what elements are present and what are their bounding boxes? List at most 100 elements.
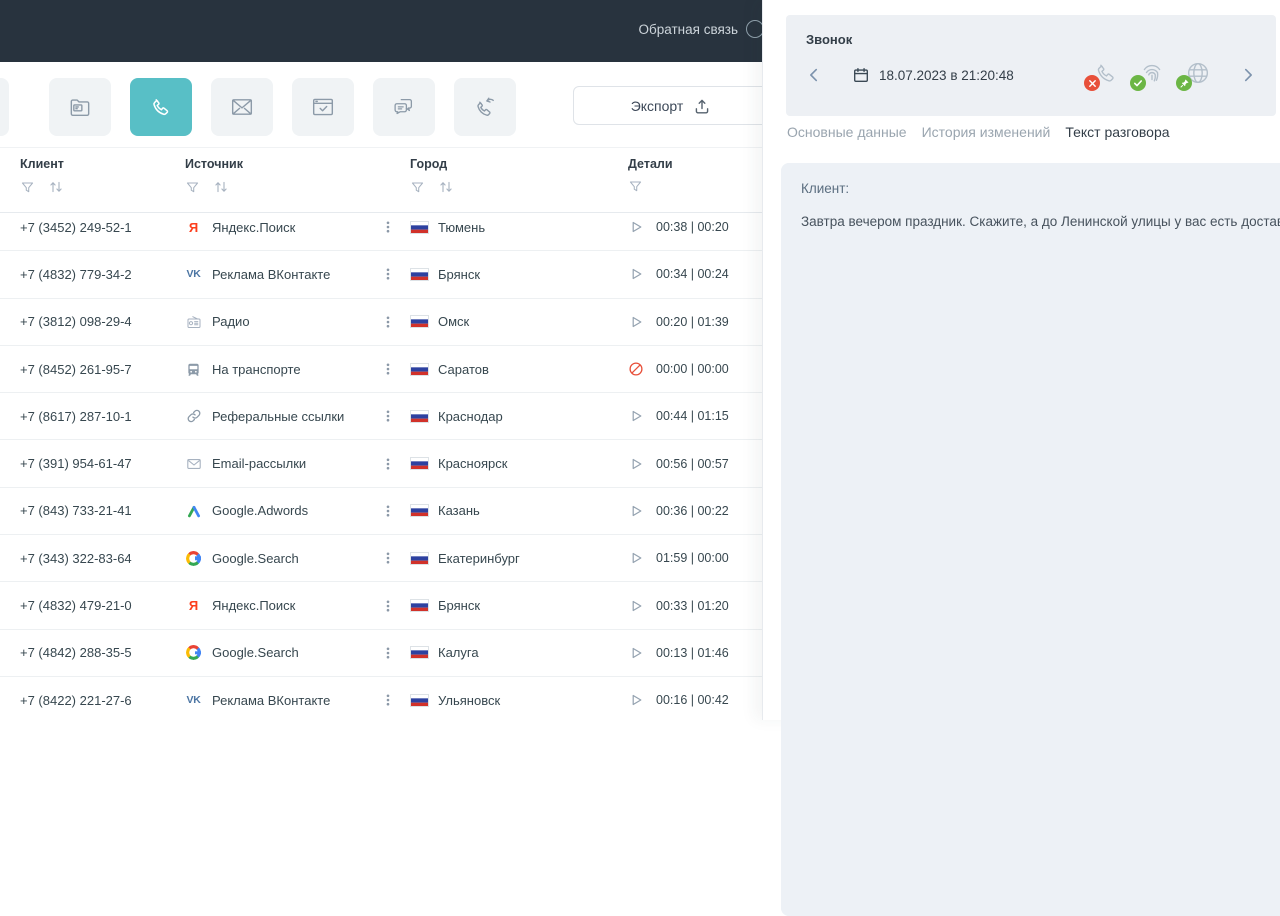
row-menu-dots-icon[interactable] [379, 643, 397, 663]
table-row[interactable]: +7 (343) 322-83-64 Google.Search Екатери… [0, 535, 762, 583]
city-label: Брянск [438, 266, 481, 282]
sort-arrows-icon[interactable] [438, 179, 454, 195]
blocked-call-icon [628, 361, 644, 377]
table-row[interactable]: +7 (8617) 287-10-1 Реферальные ссылки Кр… [0, 393, 762, 441]
call-times: 00:36 | 00:22 [656, 503, 729, 518]
table-row[interactable]: +7 (4832) 779-34-2 VK Реклама ВКонтакте Б… [0, 251, 762, 299]
play-button-icon[interactable] [628, 266, 644, 282]
city-label: Красноярск [438, 456, 508, 472]
table-row[interactable]: +7 (843) 733-21-41 Google.Adwords Казань… [0, 487, 762, 536]
filter-chats-button[interactable] [373, 78, 435, 136]
row-menu-dots-icon[interactable] [379, 454, 397, 474]
source-label: Реклама ВКонтакте [212, 692, 331, 708]
table-body: +7 (3452) 249-52-1 Я Яндекс.Поиск Тюмень … [0, 213, 762, 720]
form-check-icon [310, 94, 336, 120]
table-row[interactable]: +7 (8452) 261-95-7 На транспорте Саратов… [0, 345, 762, 394]
call-times: 00:56 | 00:57 [656, 456, 729, 471]
play-button-icon[interactable] [628, 314, 644, 330]
callback-icon [472, 94, 498, 120]
column-label: Город [410, 157, 448, 171]
filter-callbacks-button[interactable] [454, 78, 516, 136]
tab-2[interactable]: Текст разговора [1065, 124, 1169, 140]
call-header-card: Звонок 18.07.2023 в 21:20:48 [786, 15, 1276, 116]
row-menu-dots-icon[interactable] [379, 217, 397, 237]
filter-funnel-icon[interactable] [410, 180, 425, 195]
radio-icon [185, 314, 202, 330]
next-call-button[interactable] [1236, 63, 1260, 87]
city-label: Ульяновск [438, 692, 501, 708]
fingerprint-check-icon [1130, 59, 1166, 91]
row-menu-dots-icon[interactable] [379, 596, 397, 616]
google-icon [185, 551, 202, 566]
row-menu-dots-icon[interactable] [379, 312, 397, 332]
sort-arrows-icon[interactable] [213, 179, 229, 195]
table-row[interactable]: +7 (3452) 249-52-1 Я Яндекс.Поиск Тюмень … [0, 213, 762, 252]
client-phone: +7 (8617) 287-10-1 [20, 408, 132, 424]
source-label: Google.Search [212, 550, 299, 566]
yandex-icon: Я [188, 598, 199, 614]
filter-funnel-icon[interactable] [628, 179, 643, 194]
filter-funnel-icon[interactable] [185, 180, 200, 195]
top-navigation-bar: Обратная связь [0, 0, 762, 62]
client-phone: +7 (843) 733-21-41 [20, 503, 132, 519]
russia-flag-icon [410, 551, 429, 565]
table-row[interactable]: +7 (4832) 479-21-0 Я Яндекс.Поиск Брянск … [0, 582, 762, 630]
play-button-icon[interactable] [628, 692, 644, 708]
client-phone: +7 (343) 322-83-64 [20, 550, 132, 566]
previous-call-button[interactable] [802, 63, 826, 87]
feedback-link[interactable]: Обратная связь [639, 22, 738, 37]
partial-filter-button[interactable] [0, 78, 9, 136]
column-header-0: Клиент [20, 148, 185, 212]
row-menu-dots-icon[interactable] [379, 406, 397, 426]
client-phone: +7 (391) 954-61-47 [20, 456, 132, 472]
export-button-label: Экспорт [630, 97, 684, 114]
call-times: 00:38 | 00:20 [656, 220, 729, 235]
play-button-icon[interactable] [628, 408, 644, 424]
calendar-icon [852, 66, 870, 84]
filter-calls-button[interactable] [130, 78, 192, 136]
filter-emails-button[interactable] [211, 78, 273, 136]
panel-title: Звонок [806, 32, 853, 47]
transcript-message: Клиент: Завтра вечером праздник. Скажите… [781, 163, 1280, 916]
row-menu-dots-icon[interactable] [379, 690, 397, 710]
call-datetime-label: 18.07.2023 в 21:20:48 [879, 67, 1014, 83]
folder-icon [67, 94, 93, 120]
support-icon[interactable] [746, 20, 762, 38]
table-row[interactable]: +7 (4842) 288-35-5 Google.Search Калуга … [0, 629, 762, 677]
filter-forms-button[interactable] [292, 78, 354, 136]
sort-arrows-icon[interactable] [48, 179, 64, 195]
source-label: Реферальные ссылки [212, 408, 345, 424]
column-header-2: Город [410, 148, 628, 212]
play-button-icon[interactable] [628, 550, 644, 566]
play-button-icon[interactable] [628, 456, 644, 472]
table-header-row: Клиент Источник Город Детали [0, 148, 762, 213]
missed-call-icon [1084, 59, 1120, 91]
row-menu-dots-icon[interactable] [379, 501, 397, 521]
filter-deals-button[interactable] [49, 78, 111, 136]
play-button-icon[interactable] [628, 503, 644, 519]
row-menu-dots-icon[interactable] [379, 264, 397, 284]
tab-0[interactable]: Основные данные [787, 124, 907, 140]
table-row[interactable]: +7 (391) 954-61-47 Email-рассылки Красно… [0, 440, 762, 488]
table-row[interactable]: +7 (8422) 221-27-6 VK Реклама ВКонтакте У… [0, 676, 762, 720]
tab-1[interactable]: История изменений [922, 124, 1051, 140]
source-label: Реклама ВКонтакте [212, 266, 331, 282]
city-label: Саратов [438, 361, 489, 377]
client-phone: +7 (4832) 479-21-0 [20, 598, 132, 614]
russia-flag-icon [410, 646, 429, 660]
export-button[interactable]: Экспорт [573, 86, 762, 125]
russia-flag-icon [410, 457, 429, 471]
mail-icon [229, 94, 255, 120]
transport-icon [185, 362, 202, 377]
adwords-icon [185, 503, 202, 519]
table-row[interactable]: +7 (3812) 098-29-4 Радио Омск 00:20 | 01… [0, 298, 762, 346]
row-menu-dots-icon[interactable] [379, 548, 397, 568]
play-button-icon[interactable] [628, 645, 644, 661]
column-label: Источник [185, 157, 243, 171]
call-times: 00:34 | 00:24 [656, 267, 729, 282]
row-menu-dots-icon[interactable] [379, 359, 397, 379]
filter-funnel-icon[interactable] [20, 180, 35, 195]
play-button-icon[interactable] [628, 219, 644, 235]
city-label: Екатеринбург [438, 550, 520, 566]
play-button-icon[interactable] [628, 598, 644, 614]
